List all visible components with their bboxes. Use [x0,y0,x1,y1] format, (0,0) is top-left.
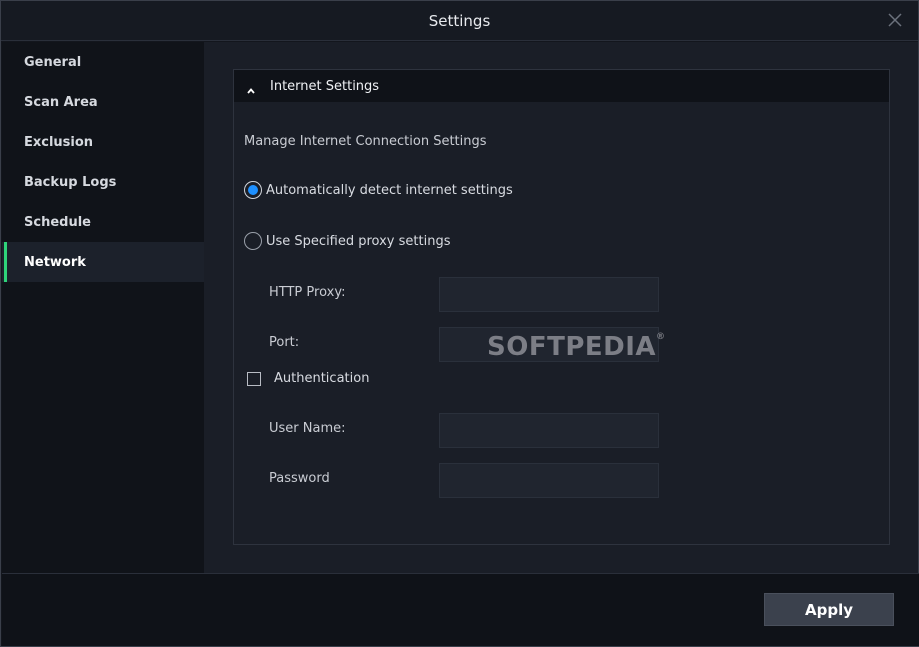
watermark: SOFTPEDIA® [487,332,666,362]
title-bar: Settings [1,1,918,41]
authentication-label: Authentication [274,371,370,386]
port-label: Port: [269,335,300,350]
panel-header-title: Internet Settings [270,78,380,94]
chevron-up-icon [246,81,256,94]
authentication-checkbox[interactable] [247,371,261,386]
sidebar: General Scan Area Exclusion Backup Logs … [2,42,204,573]
radio-dot [248,185,258,195]
sidebar-item-label: Exclusion [24,134,94,150]
sidebar-item-schedule[interactable]: Schedule [2,202,204,242]
radio-specified-proxy[interactable]: Use Specified proxy settings [244,232,450,250]
username-input[interactable] [439,413,659,448]
apply-button[interactable]: Apply [764,593,894,626]
radio-auto-detect-label: Automatically detect internet settings [266,182,513,198]
window-title: Settings [428,11,491,30]
close-icon[interactable] [886,11,904,29]
radio-specified-proxy-label: Use Specified proxy settings [266,233,451,249]
internet-settings-panel: Internet Settings Manage Internet Connec… [233,69,890,545]
username-label: User Name: [269,421,346,436]
radio-button[interactable] [244,232,262,250]
watermark-text: SOFTPEDIA [487,332,657,362]
sidebar-item-label: Scan Area [24,94,98,110]
settings-window: Settings General Scan Area Exclusion Bac… [0,0,919,647]
panel-header-toggle[interactable]: Internet Settings [234,70,889,102]
password-label: Password [269,471,330,486]
radio-auto-detect[interactable]: Automatically detect internet settings [244,181,513,199]
sidebar-item-label: Schedule [24,214,91,230]
content-area: Internet Settings Manage Internet Connec… [204,42,918,573]
sidebar-item-scan-area[interactable]: Scan Area [2,82,204,122]
http-proxy-label: HTTP Proxy: [269,285,346,300]
radio-button-checked[interactable] [244,181,262,199]
sidebar-item-label: Backup Logs [24,174,117,190]
sidebar-item-backup-logs[interactable]: Backup Logs [2,162,204,202]
sidebar-item-network[interactable]: Network [2,242,204,282]
password-input[interactable] [439,463,659,498]
http-proxy-input[interactable] [439,277,659,312]
section-description: Manage Internet Connection Settings [244,134,487,149]
sidebar-item-general[interactable]: General [2,42,204,82]
sidebar-item-label: Network [24,254,86,270]
sidebar-item-label: General [24,54,82,70]
footer: Apply [2,573,919,646]
sidebar-item-exclusion[interactable]: Exclusion [2,122,204,162]
authentication-checkbox-row[interactable]: Authentication [247,371,369,386]
